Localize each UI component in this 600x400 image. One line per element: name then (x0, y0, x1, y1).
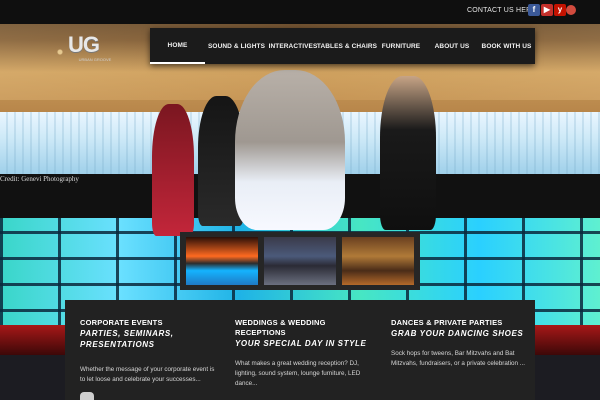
service-weddings: WEDDINGS & WEDDING RECEPTIONS YOUR SPECI… (235, 318, 375, 389)
service-body: Whether the message of your corporate ev… (80, 366, 215, 383)
service-title[interactable]: DANCES & PRIVATE PARTIES (391, 318, 531, 328)
service-title[interactable]: WEDDINGS & WEDDING RECEPTIONS (235, 318, 375, 338)
guest-red-dress (152, 104, 194, 236)
thumbnail-reception-hall[interactable] (264, 237, 336, 285)
nav-home[interactable]: HOME (150, 28, 205, 64)
service-tagline: YOUR SPECIAL DAY IN STYLE (235, 339, 367, 348)
service-tagline: PARTIES, SEMINARS, PRESENTATIONS (80, 329, 174, 349)
service-tagline: GRAB YOUR DANCING SHOES (391, 329, 524, 338)
nav-interactives[interactable]: INTERACTIVES (268, 28, 318, 64)
yelp-icon[interactable]: y (554, 4, 566, 16)
nav-about-us[interactable]: ABOUT US (426, 28, 478, 64)
service-body: Sock hops for tweens, Bar Mitzvahs and B… (391, 350, 526, 367)
facebook-icon[interactable]: f (528, 4, 540, 16)
read-more-button[interactable] (80, 392, 94, 400)
nav-book-with-us[interactable]: BOOK WITH US (478, 28, 535, 64)
nav-furniture[interactable]: FURNITURE (376, 28, 426, 64)
services-panel: CORPORATE EVENTS PARTIES, SEMINARS, PRES… (65, 300, 535, 400)
service-dances: DANCES & PRIVATE PARTIES GRAB YOUR DANCI… (391, 318, 531, 369)
logo-subtext: URBAN GROOVE (78, 57, 112, 62)
thumbnail-dance-floor[interactable] (186, 237, 258, 285)
youtube-icon[interactable]: ▶ (541, 4, 553, 16)
service-body: What makes a great wedding reception? DJ… (235, 360, 361, 387)
nav-tables-chairs[interactable]: TABLES & CHAIRS (317, 28, 377, 64)
logo-mark: UG (68, 32, 100, 57)
slider-thumbnails (180, 232, 420, 290)
dancing-couple (235, 70, 345, 230)
nav-sound-lights[interactable]: SOUND & LIGHTS (205, 28, 268, 64)
main-nav: HOME SOUND & LIGHTS INTERACTIVES TABLES … (150, 28, 535, 64)
guest-black-dress (380, 76, 436, 230)
photo-credit: Credit: Genevi Photography (0, 175, 79, 183)
site-logo[interactable]: UG URBAN GROOVE (68, 32, 122, 63)
service-title[interactable]: CORPORATE EVENTS (80, 318, 220, 328)
thumbnail-venue[interactable] (342, 237, 414, 285)
service-corporate: CORPORATE EVENTS PARTIES, SEMINARS, PRES… (80, 318, 220, 385)
google-plus-icon[interactable] (566, 5, 576, 15)
